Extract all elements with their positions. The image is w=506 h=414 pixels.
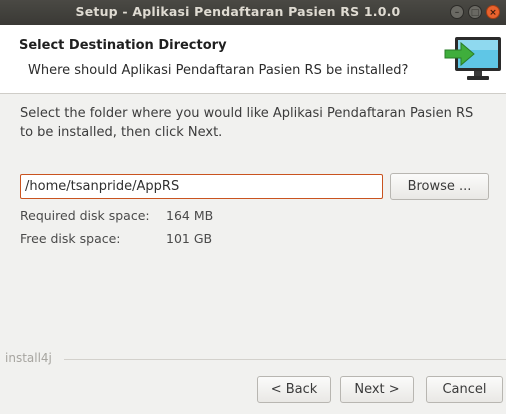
required-space-row: Required disk space: 164 MB bbox=[20, 208, 320, 226]
monitor-base bbox=[467, 76, 489, 80]
monitor-neck bbox=[474, 71, 482, 76]
instructions-text: Select the folder where you would like A… bbox=[20, 106, 474, 140]
install4j-brand: install4j bbox=[5, 351, 52, 365]
back-button[interactable]: < Back bbox=[257, 376, 331, 403]
page-title: Select Destination Directory bbox=[19, 38, 227, 53]
free-space-value: 101 GB bbox=[166, 231, 213, 246]
required-space-value: 164 MB bbox=[166, 208, 214, 223]
close-button[interactable]: × bbox=[486, 5, 500, 19]
page-subtitle: Where should Aplikasi Pendaftaran Pasien… bbox=[28, 63, 409, 78]
installer-window: Setup - Aplikasi Pendaftaran Pasien RS 1… bbox=[0, 0, 506, 414]
required-space-label: Required disk space: bbox=[20, 208, 150, 223]
maximize-button[interactable]: □ bbox=[468, 5, 482, 19]
cancel-button[interactable]: Cancel bbox=[426, 376, 503, 403]
footer-separator bbox=[64, 359, 506, 360]
free-space-row: Free disk space: 101 GB bbox=[20, 231, 320, 249]
destination-path-input[interactable] bbox=[20, 174, 383, 199]
title-bar[interactable]: Setup - Aplikasi Pendaftaran Pasien RS 1… bbox=[0, 0, 506, 25]
header-panel: Select Destination Directory Where shoul… bbox=[0, 25, 506, 94]
next-button[interactable]: Next > bbox=[340, 376, 414, 403]
window-title: Setup - Aplikasi Pendaftaran Pasien RS 1… bbox=[75, 4, 401, 19]
minimize-button[interactable]: – bbox=[450, 5, 464, 19]
install-computer-icon bbox=[444, 37, 501, 80]
browse-button[interactable]: Browse ... bbox=[390, 173, 489, 200]
free-space-label: Free disk space: bbox=[20, 231, 121, 246]
